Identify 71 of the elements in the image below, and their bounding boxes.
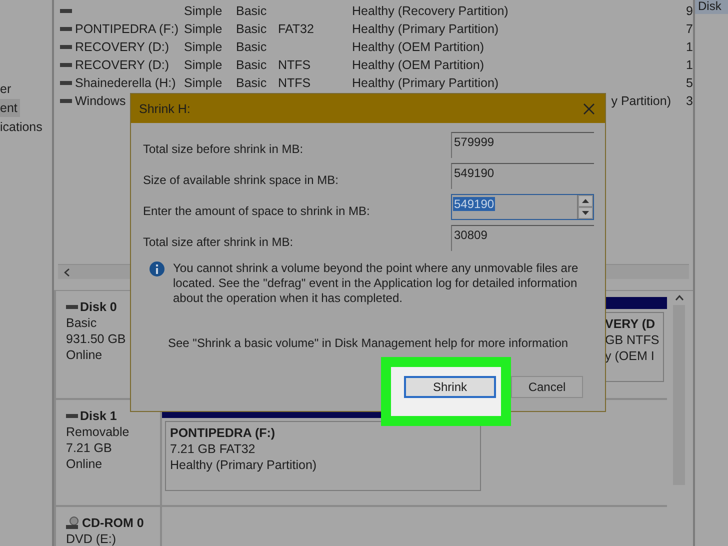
disk-detail: Online <box>66 347 104 363</box>
capacity-cell: 9 <box>686 4 693 18</box>
file-system-cell: FAT32 <box>278 22 314 36</box>
type-cell: Basic <box>236 4 267 18</box>
layout-cell: Simple <box>184 58 222 72</box>
navigation-item[interactable]: ent <box>0 99 20 117</box>
cd-drive-icon <box>66 516 80 530</box>
info-text: You cannot shrink a volume beyond the point where any unmovable files are located. See the "defrag" event in the Application log for detailed information about the operation when it has completed. <box>173 261 580 306</box>
actions-header: Disk <box>695 0 728 14</box>
volume-name: Shainederella (H:) <box>75 76 176 90</box>
close-icon[interactable] <box>583 102 595 114</box>
down-arrow-icon <box>582 210 589 214</box>
volume-name: PONTIPEDRA (F:) <box>75 22 178 36</box>
disk-detail: 7.21 GB <box>66 440 113 456</box>
disk-detail: Basic <box>66 315 98 331</box>
spin-down-button[interactable] <box>578 206 593 218</box>
status-cell: Healthy (OEM Partition) <box>352 40 484 54</box>
navigation-item[interactable]: er <box>0 80 52 98</box>
partition-title: PONTIPEDRA (F:) <box>170 425 276 441</box>
status-cell: y Partition) <box>611 94 671 108</box>
capacity-cell: 3 <box>686 94 693 108</box>
capacity-cell: 7 <box>686 22 693 36</box>
shrink-button[interactable]: Shrink <box>404 376 496 398</box>
layout-cell: Simple <box>184 40 222 54</box>
capacity-cell: 5 <box>686 76 693 90</box>
readonly-field[interactable]: 579999 <box>451 132 594 158</box>
partition-detail: 7.21 GB FAT32 <box>170 441 256 457</box>
layout-cell: Simple <box>184 76 222 90</box>
layout-cell: Simple <box>184 4 222 18</box>
capacity-cell: 1 <box>686 58 693 72</box>
field-label: Total size before shrink in MB: <box>143 140 304 156</box>
status-cell: Healthy (OEM Partition) <box>352 58 484 72</box>
scroll-up-icon[interactable] <box>674 295 684 301</box>
up-arrow-icon <box>582 198 589 202</box>
status-cell: Healthy (Primary Partition) <box>352 22 499 36</box>
disk-name: Disk 0 <box>80 299 117 315</box>
file-system-cell: NTFS <box>278 76 311 90</box>
navigation-item[interactable]: ications <box>0 118 52 136</box>
partition-detail: Healthy (Primary Partition) <box>170 457 318 473</box>
status-cell: Healthy (Recovery Partition) <box>352 4 508 18</box>
partition-detail: GB NTFS <box>605 332 659 348</box>
info-icon <box>149 261 165 277</box>
capacity-cell: 1 <box>686 40 693 54</box>
cancel-button[interactable]: Cancel <box>511 376 583 398</box>
disk-detail: Removable <box>66 424 130 440</box>
disk-detail: DVD (E:) <box>66 531 117 546</box>
scroll-left-icon[interactable] <box>64 268 70 276</box>
volume-name: RECOVERY (D:) <box>75 58 170 72</box>
field-label: Size of available shrink space in MB: <box>143 172 338 186</box>
type-cell: Basic <box>236 40 267 54</box>
disk-name: Disk 1 <box>80 408 117 424</box>
layout-cell: Simple <box>184 22 222 36</box>
volume-name: RECOVERY (D:) <box>75 40 170 54</box>
field-label: Total size after shrink in MB: <box>143 234 294 248</box>
disk-name: CD-ROM 0 <box>82 515 144 531</box>
disk-detail: 931.50 GB <box>66 331 127 347</box>
readonly-field[interactable]: 30809 <box>451 224 594 250</box>
field-label: Enter the amount of space to shrink in MB: <box>143 202 370 218</box>
disk-detail: Online <box>66 456 104 472</box>
dialog-title: Shrink H: <box>139 102 190 116</box>
partition-title: VERY (D <box>605 316 656 332</box>
spin-up-button[interactable] <box>578 194 593 206</box>
file-system-cell: NTFS <box>278 58 311 72</box>
type-cell: Basic <box>236 22 267 36</box>
status-cell: Healthy (Primary Partition) <box>352 76 499 90</box>
help-text: See "Shrink a basic volume" in Disk Management help for more information <box>168 336 570 350</box>
readonly-field[interactable]: 549190 <box>451 162 594 188</box>
type-cell: Basic <box>236 58 267 72</box>
type-cell: Basic <box>236 76 267 90</box>
volume-name: Windows <box>75 94 126 108</box>
spin-field[interactable]: 549190 <box>451 194 594 220</box>
